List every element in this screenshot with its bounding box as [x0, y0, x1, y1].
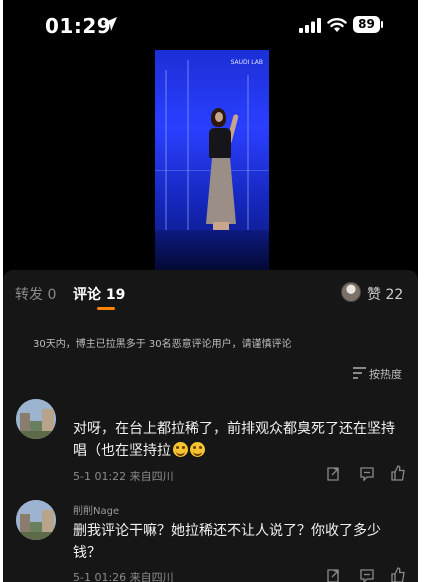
thumbs-up-icon[interactable] [390, 465, 406, 481]
share-icon[interactable] [325, 568, 341, 582]
reply-icon[interactable] [359, 568, 375, 582]
singer-top [209, 128, 231, 158]
comment-body: 对呀，在台上都拉稀了，前排观众都臭死了还在坚持唱（也在坚持拉 [73, 421, 395, 459]
active-tab-indicator [97, 307, 115, 310]
thumbs-up-icon[interactable] [390, 567, 406, 582]
video-player[interactable]: SAUDI LAB [155, 50, 269, 272]
stage-light-beam [187, 60, 189, 230]
battery-level: 89 [353, 16, 380, 33]
singer-skirt [206, 158, 236, 224]
video-watermark: SAUDI LAB [230, 59, 263, 66]
avatar[interactable] [16, 500, 56, 540]
stage-floor [155, 230, 269, 272]
comment-meta: 5-1 01:22 来自四川 [73, 470, 174, 483]
comment-notice: 30天内，博主已拉黑多于 30名恶意评论用户，请谨慎评论 [33, 339, 292, 350]
battery-tip [381, 21, 383, 28]
phone-screen: 01:29 89 SAUDI LAB 转发 0 评论 19 赞 22 30天内，… [3, 0, 418, 582]
location-arrow-icon [103, 17, 117, 31]
laughing-emoji-icon [190, 442, 205, 457]
comment-meta: 5-1 01:26 来自四川 [73, 571, 174, 582]
comment-panel: 转发 0 评论 19 赞 22 30天内，博主已拉黑多于 30名恶意评论用户，请… [3, 270, 418, 582]
avatar[interactable] [16, 399, 56, 439]
signal-icon [299, 18, 321, 33]
tab-like[interactable]: 赞 22 [367, 284, 403, 304]
share-icon[interactable] [325, 466, 341, 482]
comment-text: 删我评论干嘛？她拉稀还不让人说了？你收了多少钱？ [73, 523, 381, 561]
comment-username[interactable]: 削削Nage [73, 502, 119, 517]
comment-text: 对呀，在台上都拉稀了，前排观众都臭死了还在坚持唱（也在坚持拉 [73, 418, 403, 462]
laughing-emoji-icon [173, 442, 188, 457]
tab-comment[interactable]: 评论 19 [73, 284, 125, 304]
wifi-icon [327, 18, 347, 32]
stage-light-beam [247, 75, 249, 230]
status-bar: 01:29 89 [3, 0, 418, 52]
stage-light-beam [165, 70, 167, 230]
liker-avatar [341, 282, 361, 302]
sort-by-hot-button[interactable]: 按热度 [369, 366, 402, 382]
singer-face [215, 112, 223, 122]
tab-repost[interactable]: 转发 0 [15, 284, 56, 304]
singer-legs [213, 222, 229, 230]
sort-icon[interactable] [353, 367, 366, 379]
reply-icon[interactable] [359, 466, 375, 482]
